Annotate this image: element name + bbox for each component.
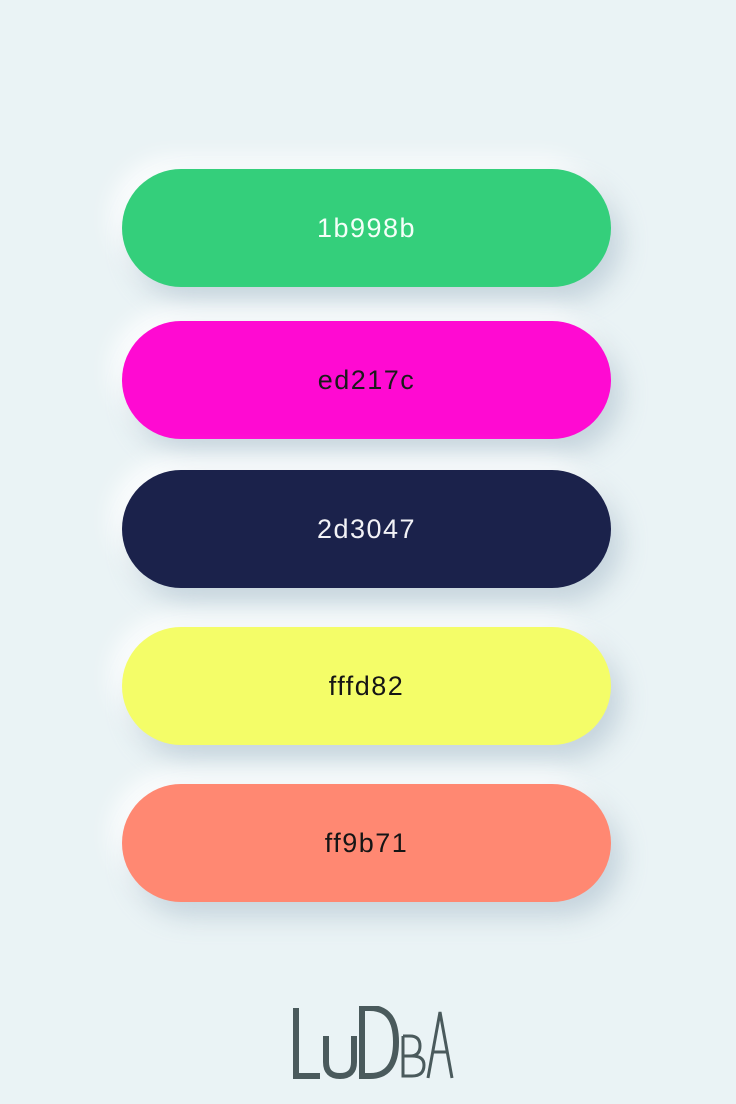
color-swatch-3: 2d3047 — [122, 470, 611, 588]
color-code-label: ed217c — [317, 364, 416, 395]
color-code-label: 2d3047 — [316, 513, 417, 544]
color-swatch-5: ff9b71 — [122, 784, 611, 902]
color-code-label: fffd82 — [328, 670, 405, 701]
ludba-logo-icon — [293, 1005, 454, 1080]
color-swatch-4: fffd82 — [122, 627, 611, 745]
color-code-label: ff9b71 — [324, 827, 409, 858]
color-swatch-2: ed217c — [122, 321, 611, 439]
color-code-label: 1b998b — [316, 212, 417, 243]
color-swatch-1: 1b998b — [122, 169, 611, 287]
brand-logo — [290, 1005, 456, 1082]
